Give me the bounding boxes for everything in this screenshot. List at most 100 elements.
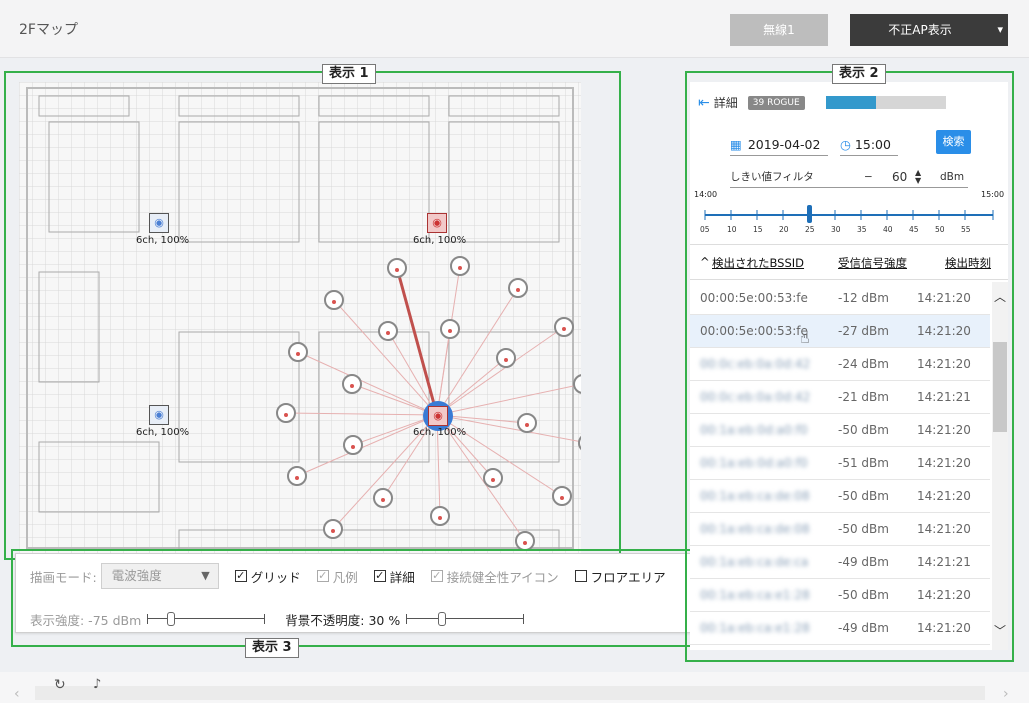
time-end: 15:00 bbox=[981, 190, 1005, 199]
column-rssi[interactable]: 受信信号強度 bbox=[838, 255, 907, 271]
refresh-icon[interactable]: ↻ bbox=[54, 677, 66, 693]
unchecked-box bbox=[574, 570, 587, 582]
bssid-cell: 00:1a:eb:ca:de:08 bbox=[700, 522, 810, 536]
table-row[interactable]: 00:1a:eb:0d:a0:f0 -50 dBm 14:21:20 bbox=[690, 414, 990, 447]
tick-label: 55 bbox=[961, 225, 971, 234]
tick-label: 30 bbox=[831, 225, 841, 234]
tick-label: 15 bbox=[753, 225, 763, 234]
threshold-value[interactable]: 60 bbox=[892, 170, 907, 184]
bssid-cell: 00:1a:eb:0d:a0:f0 bbox=[700, 456, 808, 470]
column-bssid[interactable]: 検出されたBSSID bbox=[712, 255, 804, 271]
stepper-icon[interactable]: ▲ ▼ bbox=[915, 168, 921, 185]
table-row[interactable]: 00:00:5e:00:53:fe -27 dBm 14:21:20 bbox=[690, 315, 990, 348]
rogue-count-badge: 39 ROGUE bbox=[747, 95, 805, 110]
bssid-cell: 00:1a:eb:0d:a0:f0 bbox=[700, 423, 808, 437]
date-field[interactable]: ▦ 2019-04-02 bbox=[730, 134, 828, 156]
time-cell: 14:21:20 bbox=[917, 423, 971, 437]
table-row[interactable]: 00:0c:eb:0a:0d:42 -24 dBm 14:21:20 bbox=[690, 348, 990, 381]
time-cell: 14:21:20 bbox=[917, 324, 971, 338]
controls-tag: 表示 3 bbox=[245, 638, 299, 658]
clock-icon: ◷ bbox=[840, 137, 851, 152]
tick-label: 10 bbox=[727, 225, 737, 234]
time-cell: 14:21:21 bbox=[917, 555, 971, 569]
time-cell: 14:21:20 bbox=[917, 588, 971, 602]
table-row[interactable]: 00:1a:eb:ca:e1:28 -50 dBm 14:21:20 bbox=[690, 579, 990, 612]
wireless-button[interactable]: 無線1 bbox=[730, 14, 828, 46]
table-row[interactable]: 00:1a:eb:ca:de:08 -50 dBm 14:21:20 bbox=[690, 513, 990, 546]
grid-checkbox[interactable]: ✓ グリッド bbox=[234, 567, 301, 586]
time-field[interactable]: ◷ 15:00 bbox=[840, 134, 898, 156]
grid-label: グリッド bbox=[250, 569, 301, 585]
chevron-down-icon[interactable]: ▾ bbox=[997, 14, 1003, 46]
rssi-cell: -24 dBm bbox=[838, 357, 889, 371]
table-row[interactable]: 00:1a:eb:ca:de:08 -50 dBm 14:21:20 bbox=[690, 480, 990, 513]
detail-tag: 表示 2 bbox=[832, 64, 886, 84]
slider-thumb[interactable] bbox=[438, 612, 447, 626]
time-cell: 14:21:20 bbox=[917, 456, 971, 470]
column-time[interactable]: 検出時刻 bbox=[945, 255, 991, 271]
table-row[interactable]: 00:1a:eb:0d:a0:f0 -51 dBm 14:21:20 bbox=[690, 447, 990, 480]
floor-map[interactable]: ◉ 6ch, 100% ◉ 6ch, 100% ◉ 6ch, 100% ◉ 6c… bbox=[19, 82, 581, 557]
conn-icon-label: 接続健全性アイコン bbox=[446, 569, 559, 585]
rssi-cell: -21 dBm bbox=[838, 390, 889, 404]
threshold-label: しきい値フィルタ bbox=[730, 171, 814, 183]
search-button[interactable]: 検索 bbox=[936, 130, 971, 154]
bssid-cell: 00:00:5e:00:53:fe bbox=[700, 324, 808, 338]
threshold-filter[interactable]: しきい値フィルタ − 60 ▲ ▼ dBm bbox=[730, 166, 968, 188]
calendar-icon: ▦ bbox=[730, 137, 742, 152]
floor-area-checkbox[interactable]: フロアエリア bbox=[574, 567, 666, 586]
rssi-cell: -50 dBm bbox=[838, 423, 889, 437]
bg-opacity-label: 背景不透明度: 30 % bbox=[285, 612, 401, 628]
bssid-cell: 00:00:5e:00:53:fe bbox=[700, 291, 808, 305]
conn-icon-checkbox[interactable]: ✓ 接続健全性アイコン bbox=[430, 567, 559, 586]
tick-label: 35 bbox=[857, 225, 867, 234]
threshold-minus: − bbox=[864, 170, 873, 183]
bell-icon[interactable]: ♪ bbox=[93, 677, 101, 692]
rogue-signal-markers[interactable] bbox=[19, 82, 581, 557]
time-cell: 14:21:20 bbox=[917, 621, 971, 635]
display-strength-label: 表示強度: -75 dBm bbox=[30, 612, 142, 628]
horizontal-scroll[interactable] bbox=[35, 686, 985, 700]
table-row[interactable]: 00:1a:eb:ca:de:ca -49 dBm 14:21:21 bbox=[690, 546, 990, 579]
mode-label: 描画モード: bbox=[30, 569, 97, 585]
check-icon: ✓ bbox=[234, 569, 247, 582]
chevron-down-icon[interactable]: ﹀ bbox=[992, 622, 1008, 639]
tick-label: 20 bbox=[779, 225, 789, 234]
table-row[interactable]: 00:0c:eb:0a:0d:42 -21 dBm 14:21:21 bbox=[690, 381, 990, 414]
back-arrow-icon[interactable]: ⇤ bbox=[698, 95, 710, 111]
time-cell: 14:21:20 bbox=[917, 291, 971, 305]
time-slider-thumb bbox=[807, 205, 812, 223]
back-row[interactable]: ⇤ 詳細 39 ROGUE bbox=[698, 94, 805, 111]
bssid-cell: 00:0c:eb:0a:0d:42 bbox=[700, 390, 811, 404]
tick-label: 40 bbox=[883, 225, 893, 234]
list-scrollbar[interactable]: ︿ ﹀ bbox=[992, 282, 1008, 650]
rogue-ap-button[interactable]: 不正AP表示 ▾ bbox=[850, 14, 1008, 46]
check-icon: ✓ bbox=[316, 569, 329, 582]
rssi-cell: -12 dBm bbox=[838, 291, 889, 305]
app-header: 2Fマップ 無線1 不正AP表示 ▾ bbox=[0, 0, 1029, 58]
display-strength-slider[interactable] bbox=[147, 612, 266, 626]
bg-opacity-slider[interactable] bbox=[406, 612, 525, 626]
detail-checkbox[interactable]: ✓ 詳細 bbox=[373, 567, 415, 586]
legend-checkbox[interactable]: ✓ 凡例 bbox=[316, 567, 358, 586]
tick-label: 50 bbox=[935, 225, 945, 234]
tick-label: 05 bbox=[700, 225, 710, 234]
check-icon: ✓ bbox=[373, 569, 386, 582]
bssid-cell: 00:0c:eb:0a:0d:42 bbox=[700, 357, 811, 371]
chevron-left-icon[interactable]: ‹ bbox=[14, 686, 20, 702]
rogue-ap-label: 不正AP表示 bbox=[888, 23, 952, 37]
time-cell: 14:21:20 bbox=[917, 489, 971, 503]
bssid-cell: 00:1a:eb:ca:de:08 bbox=[700, 489, 810, 503]
chevron-up-icon[interactable]: ︿ bbox=[992, 288, 1008, 305]
table-row[interactable]: 00:00:5e:00:53:fe -12 dBm 14:21:20 bbox=[690, 282, 990, 315]
controls-panel: 描画モード: 電波強度 ▼ ✓ グリッド ✓ 凡例 ✓ 詳細 ✓ 接続健全性アイコン フ… bbox=[15, 553, 691, 633]
slider-thumb[interactable] bbox=[167, 612, 176, 626]
sort-icon[interactable]: ^ bbox=[700, 255, 710, 269]
table-row[interactable]: 00:1a:eb:ca:e1:28 -49 dBm 14:21:20 bbox=[690, 612, 990, 645]
mode-select[interactable]: 電波強度 ▼ bbox=[100, 563, 219, 589]
chevron-right-icon[interactable]: › bbox=[1003, 686, 1009, 702]
scroll-thumb[interactable] bbox=[993, 342, 1007, 432]
time-tick-labels: 05 10 15 20 25 30 35 40 45 50 55 bbox=[690, 225, 1008, 237]
bssid-cell: 00:1a:eb:ca:e1:28 bbox=[700, 588, 810, 602]
detail-title: 詳細 bbox=[713, 96, 738, 110]
